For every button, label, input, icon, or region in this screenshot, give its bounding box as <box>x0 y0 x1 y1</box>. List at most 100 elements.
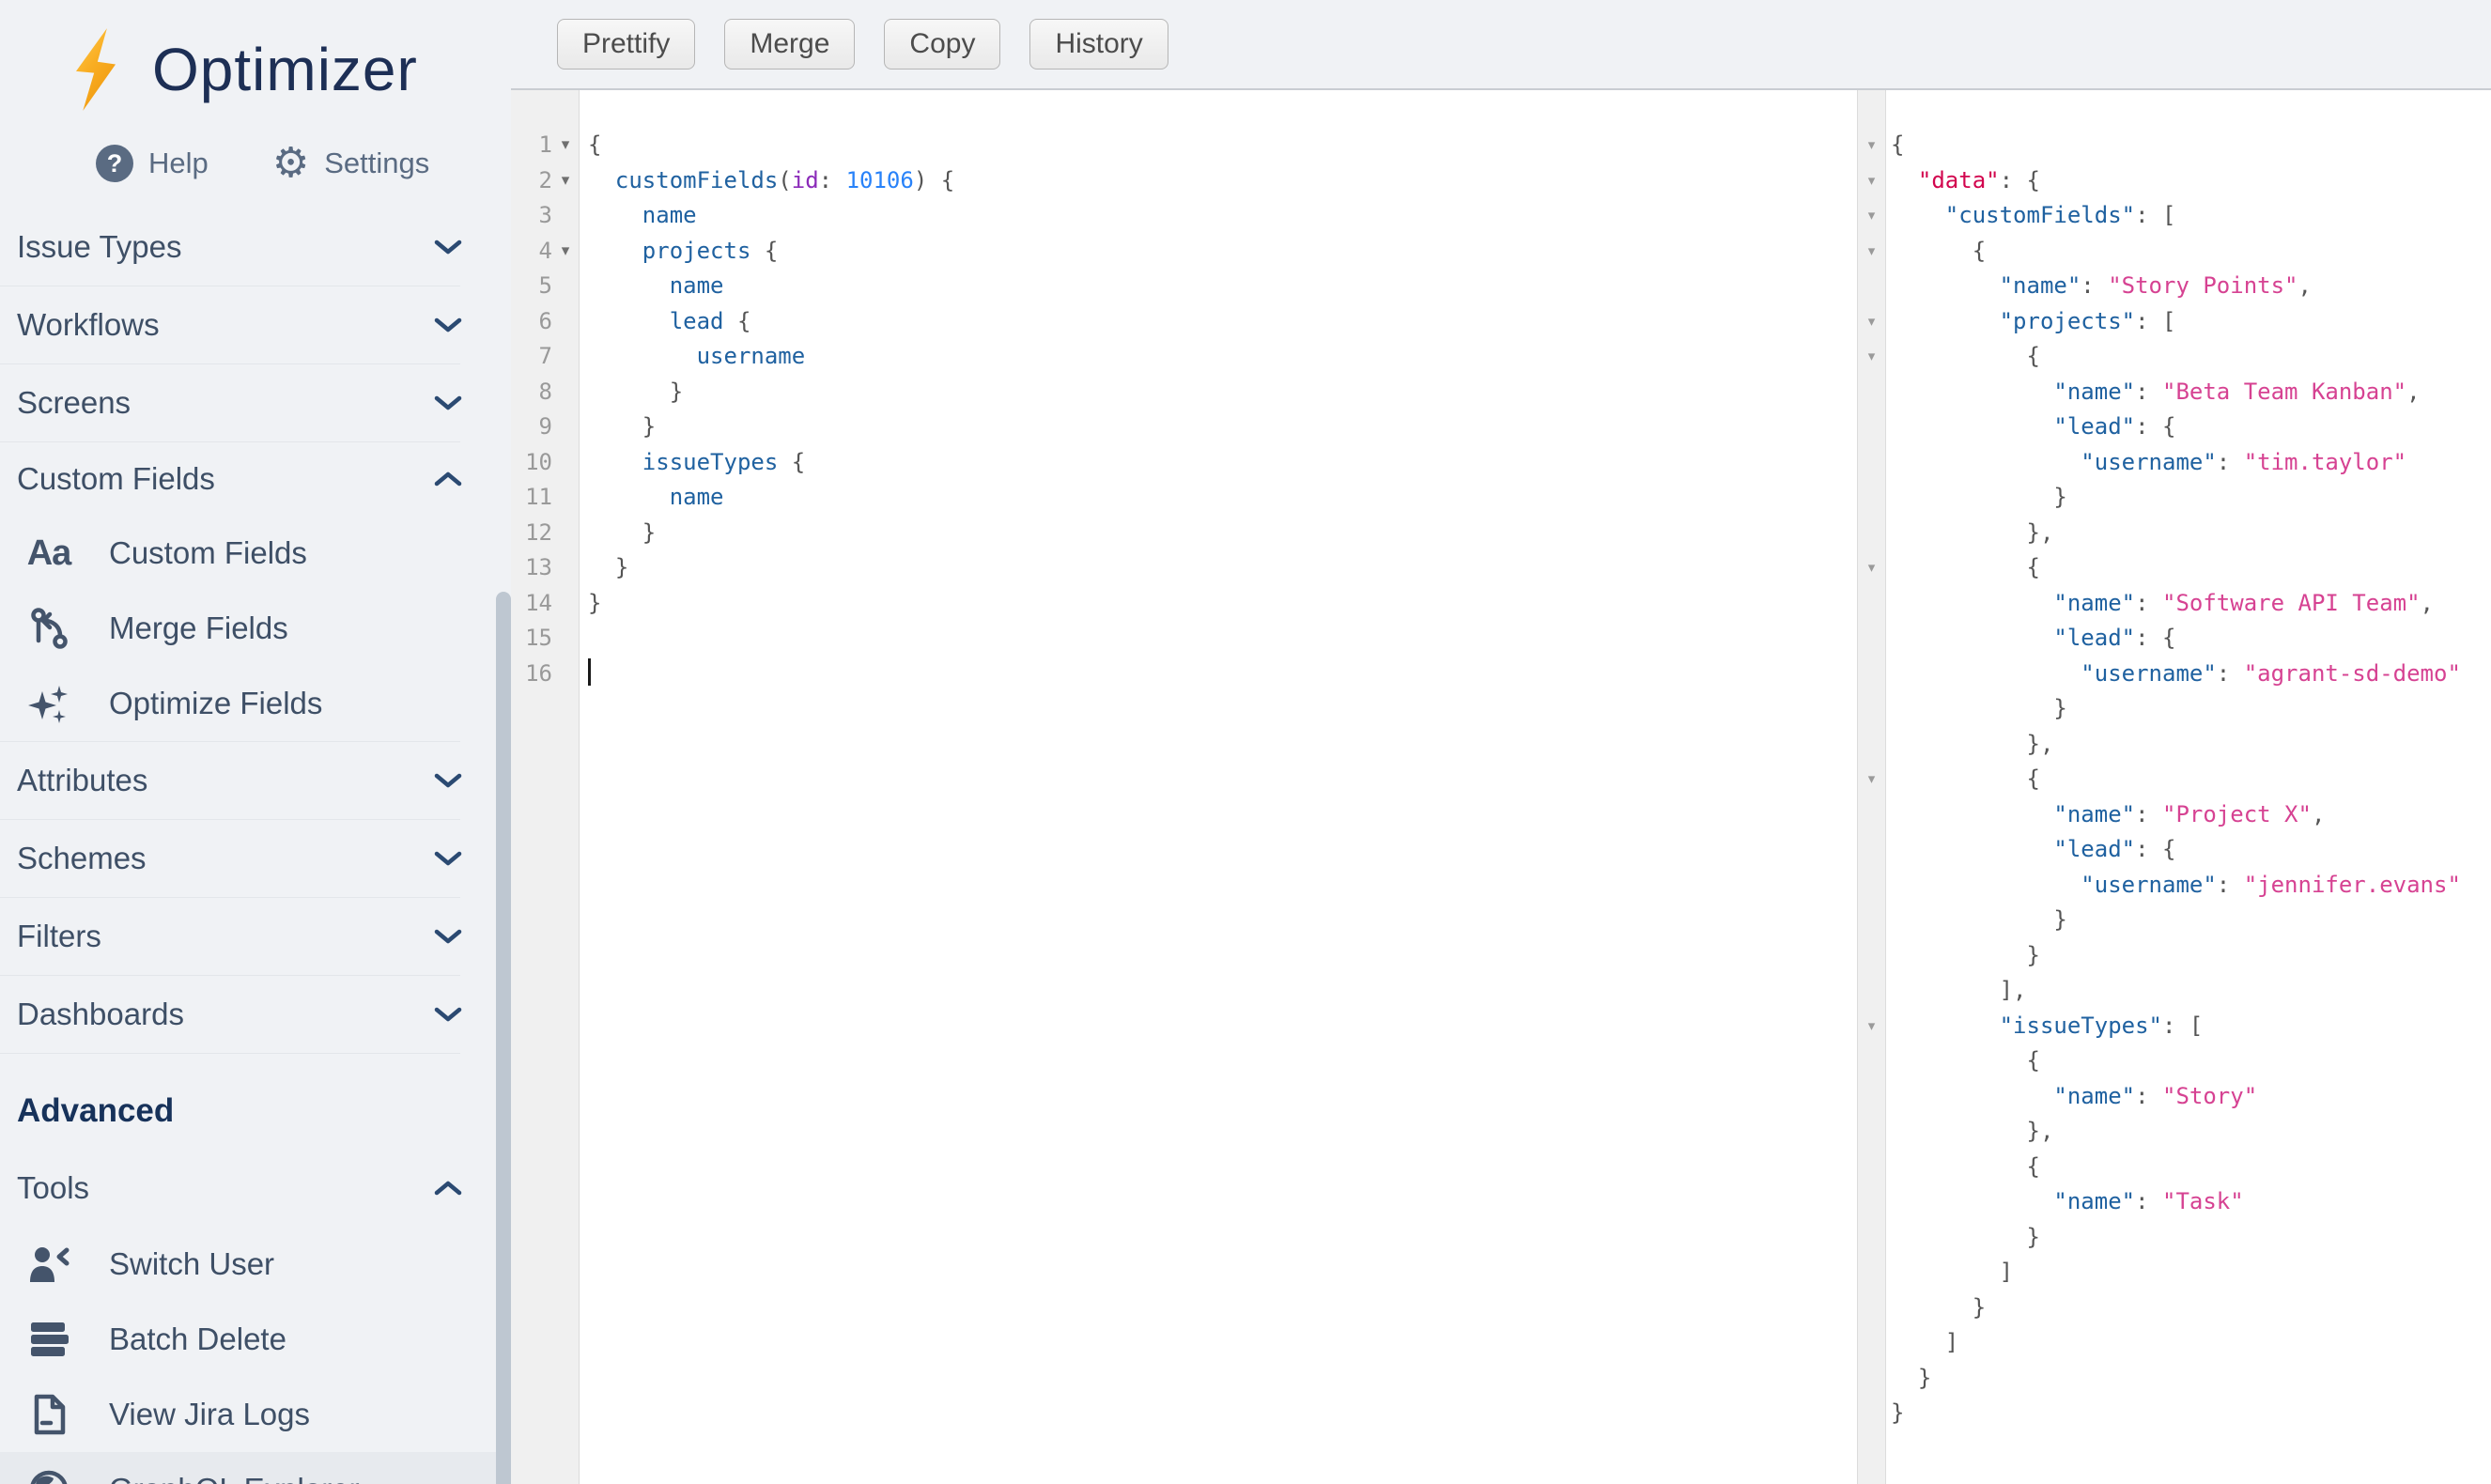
fold-gutter-row <box>1858 445 1885 481</box>
sidebar-item-label: Dashboards <box>17 997 184 1032</box>
sidebar-item-merge-fields[interactable]: Merge Fields <box>0 591 511 666</box>
prettify-button[interactable]: Prettify <box>557 19 695 70</box>
query-code-line[interactable]: username <box>588 339 1857 375</box>
query-code-line[interactable]: lead { <box>588 304 1857 340</box>
sidebar-item-custom-fields[interactable]: Aa Custom Fields <box>0 516 511 591</box>
fold-gutter-row <box>1858 1291 1885 1326</box>
sidebar-nav: Issue Types Workflows Screens Custom Fie… <box>0 209 511 1484</box>
sidebar-item-optimize-fields[interactable]: Optimize Fields <box>0 666 511 741</box>
code-token: } <box>1891 942 2040 968</box>
sidebar-item-label: Issue Types <box>17 229 182 265</box>
text-field-icon: Aa <box>21 533 77 574</box>
response-json-line: }, <box>1891 727 2491 763</box>
query-code-line[interactable]: } <box>588 550 1857 586</box>
fold-gutter-row: ▾ <box>1858 339 1885 375</box>
fold-gutter-row <box>1858 797 1885 833</box>
response-json-line: ] <box>1891 1325 2491 1361</box>
code-token: ] <box>1891 1329 1958 1355</box>
code-token: { <box>1891 238 1986 264</box>
fold-toggle-icon[interactable]: ▾ <box>1868 770 1876 787</box>
sidebar-item-view-jira-logs[interactable]: View Jira Logs <box>0 1377 511 1452</box>
query-code-line[interactable]: customFields(id: 10106) { <box>588 163 1857 199</box>
query-code-line[interactable]: } <box>588 586 1857 622</box>
code-token: : <box>2217 449 2244 475</box>
history-button[interactable]: History <box>1029 19 1168 70</box>
code-token: } <box>1891 1365 1931 1391</box>
code-token: : <box>2135 801 2162 827</box>
query-code-line[interactable]: } <box>588 410 1857 445</box>
fold-toggle-icon[interactable]: ▾ <box>1868 559 1876 576</box>
sidebar-item-screens[interactable]: Screens <box>0 364 511 441</box>
code-token: : [ <box>2135 308 2175 334</box>
response-json-line: } <box>1891 480 2491 516</box>
sidebar-item-custom-fields-group[interactable]: Custom Fields <box>0 442 511 516</box>
fold-toggle-icon[interactable]: ▾ <box>554 128 577 163</box>
code-token: } <box>588 379 683 405</box>
sidebar-item-tools-group[interactable]: Tools <box>0 1150 511 1227</box>
merge-button[interactable]: Merge <box>724 19 855 70</box>
fold-gutter-row: ▾ <box>1858 550 1885 586</box>
sidebar-item-dashboards[interactable]: Dashboards <box>0 976 511 1053</box>
response-json-line: "data": { <box>1891 163 2491 199</box>
query-code-line[interactable]: { <box>588 128 1857 163</box>
chevron-down-icon <box>434 850 462 867</box>
code-token: } <box>588 413 656 440</box>
line-number: 12 <box>525 519 552 546</box>
code-token: "username" <box>2081 449 2217 475</box>
sidebar-item-graphql-explorer[interactable]: GraphQL Explorer <box>0 1452 511 1484</box>
sidebar-item-issue-types[interactable]: Issue Types <box>0 209 511 286</box>
fold-toggle-icon[interactable]: ▾ <box>554 163 577 199</box>
fold-toggle-icon[interactable]: ▾ <box>1868 207 1876 224</box>
query-code-line[interactable]: issueTypes { <box>588 445 1857 481</box>
code-token: { <box>778 449 805 475</box>
sidebar-item-schemes[interactable]: Schemes <box>0 820 511 897</box>
code-token: : <box>2135 1083 2162 1109</box>
query-editor[interactable]: 1▾2▾34▾5678910111213141516 { customField… <box>511 90 1857 1484</box>
response-json-line: } <box>1891 903 2491 938</box>
fold-toggle-icon[interactable]: ▾ <box>1868 172 1876 189</box>
code-token: } <box>1891 1399 1904 1426</box>
query-code-line[interactable] <box>588 657 1857 692</box>
query-code-line[interactable]: projects { <box>588 234 1857 270</box>
response-json-line: "name": "Task" <box>1891 1184 2491 1220</box>
fold-gutter-row <box>1858 938 1885 974</box>
help-icon: ? <box>96 145 133 182</box>
sidebar-item-workflows[interactable]: Workflows <box>0 286 511 363</box>
line-number: 15 <box>525 625 552 651</box>
fold-gutter-row <box>1858 973 1885 1009</box>
sidebar-item-switch-user[interactable]: Switch User <box>0 1227 511 1302</box>
response-json-line: { <box>1891 339 2491 375</box>
code-token: username <box>697 343 806 369</box>
copy-button[interactable]: Copy <box>884 19 1000 70</box>
fold-gutter-row: ▾ <box>1858 163 1885 199</box>
fold-gutter-row: ▾ <box>1858 1009 1885 1044</box>
fold-toggle-icon[interactable]: ▾ <box>1868 136 1876 153</box>
sidebar-item-attributes[interactable]: Attributes <box>0 742 511 819</box>
fold-toggle-icon[interactable]: ▾ <box>554 234 577 270</box>
line-number: 4 <box>539 238 552 264</box>
query-code-line[interactable] <box>588 621 1857 657</box>
fold-toggle-icon[interactable]: ▾ <box>1868 1017 1876 1034</box>
code-token <box>588 167 615 193</box>
fold-gutter-row: ▾ <box>1858 128 1885 163</box>
query-code-line[interactable]: name <box>588 269 1857 304</box>
help-button[interactable]: ? Help <box>96 145 209 182</box>
sidebar-item-label: Custom Fields <box>109 535 307 571</box>
query-code-line[interactable]: name <box>588 480 1857 516</box>
sidebar-item-batch-delete[interactable]: Batch Delete <box>0 1302 511 1377</box>
fold-toggle-icon[interactable]: ▾ <box>1868 242 1876 259</box>
settings-button[interactable]: ⚙ Settings <box>272 143 429 184</box>
fold-toggle-icon[interactable]: ▾ <box>1868 348 1876 364</box>
sidebar-item-filters[interactable]: Filters <box>0 898 511 975</box>
sidebar-scrollbar[interactable] <box>496 592 511 1484</box>
query-code-line[interactable]: name <box>588 198 1857 234</box>
fold-gutter-row <box>1858 1150 1885 1185</box>
code-token: , <box>2421 590 2434 616</box>
query-code-line[interactable]: } <box>588 375 1857 410</box>
editor-code-area[interactable]: { customFields(id: 10106) { name project… <box>580 90 1857 1484</box>
line-number-row: 6 <box>511 304 579 340</box>
sidebar-item-label: Schemes <box>17 841 147 876</box>
fold-toggle-icon[interactable]: ▾ <box>1868 313 1876 330</box>
query-code-line[interactable]: } <box>588 516 1857 551</box>
fold-gutter-row <box>1858 657 1885 692</box>
